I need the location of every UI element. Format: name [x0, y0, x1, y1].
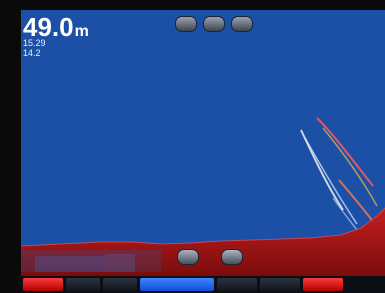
toolbar-button-5[interactable]: [217, 278, 257, 291]
sonar-graphic: [21, 117, 385, 276]
toolbar-button-4[interactable]: [140, 278, 214, 291]
sonar-screen: 49.0m 15.29 14.2: [21, 10, 385, 276]
scroll-right-button[interactable]: [221, 249, 243, 265]
toolbar-button-6[interactable]: [260, 278, 300, 291]
toolbar-button-3[interactable]: [103, 278, 137, 291]
scroll-left-button[interactable]: [177, 249, 199, 265]
toolbar-button-7[interactable]: [303, 278, 343, 291]
fish-arches: [300, 117, 378, 243]
toolbar-button-2[interactable]: [66, 278, 100, 291]
toolbar-button-1[interactable]: [23, 278, 63, 291]
surface-clutter: [21, 250, 169, 272]
bottom-toolbar: [21, 276, 385, 293]
